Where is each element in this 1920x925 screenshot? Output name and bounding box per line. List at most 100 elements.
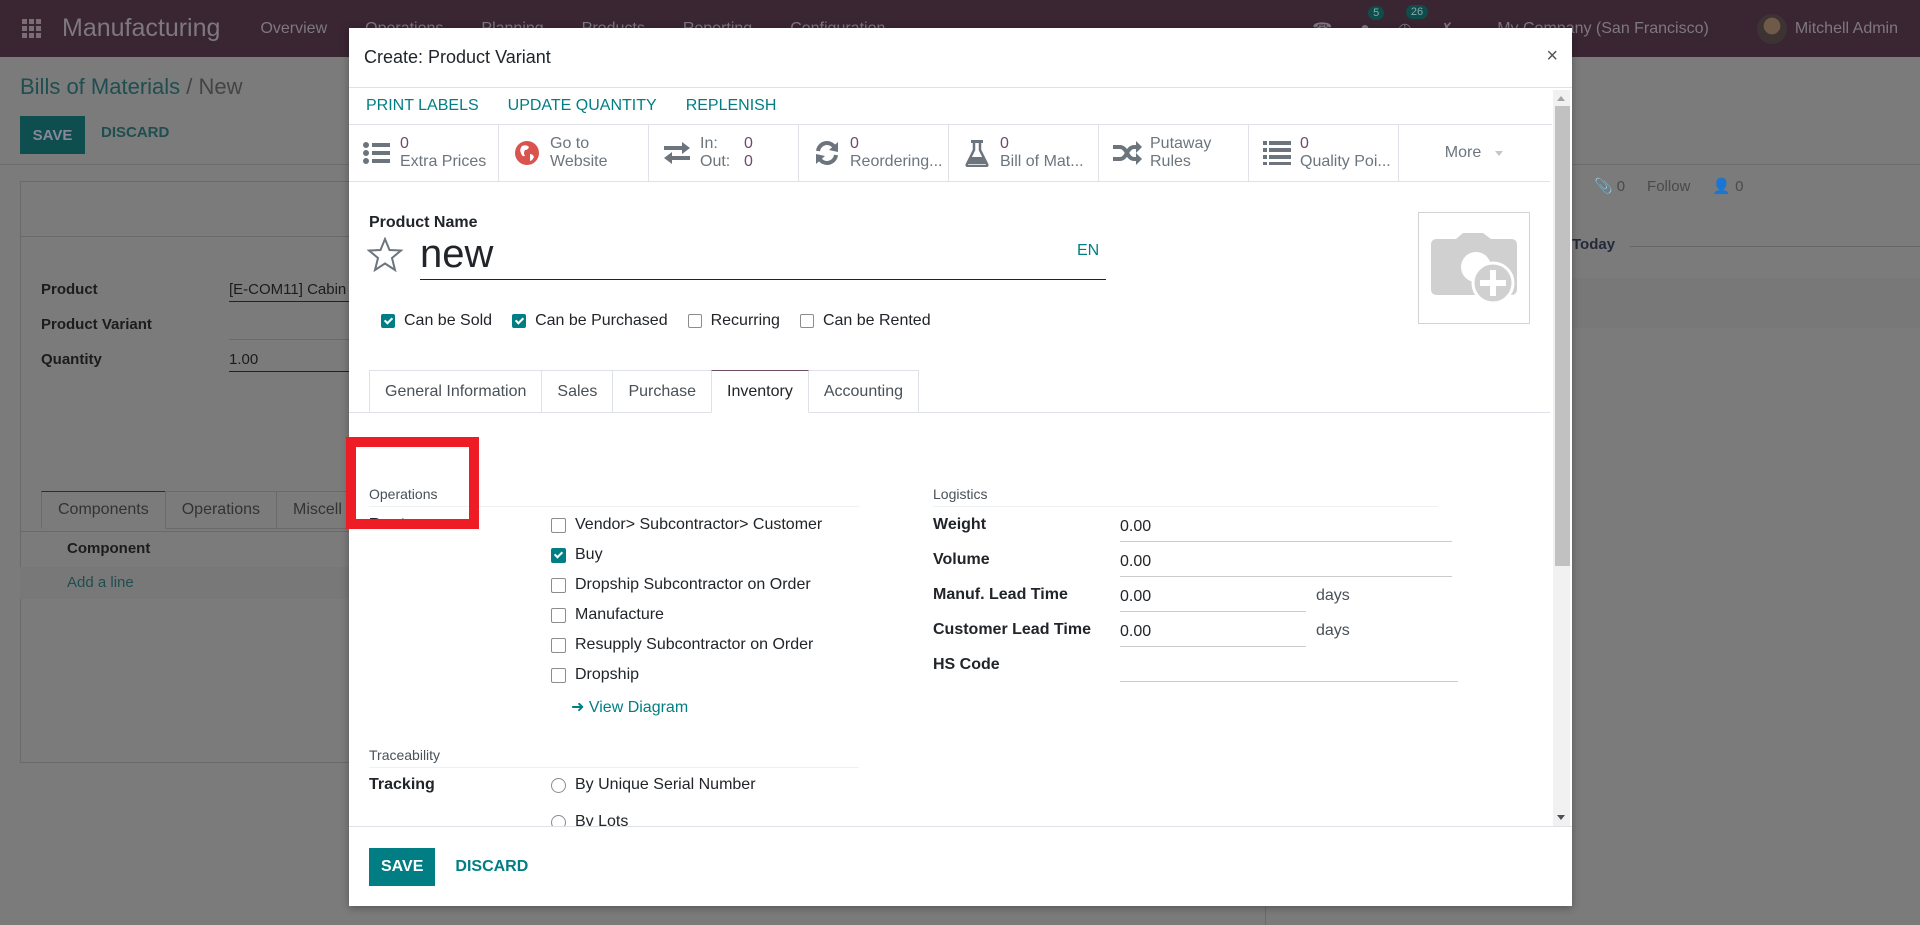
dialog-body: PRINT LABELS UPDATE QUANTITY REPLENISH 0… xyxy=(349,88,1572,826)
checkbox-unchecked-icon xyxy=(551,577,566,593)
tracking-serial-radio[interactable]: By Unique Serial Number xyxy=(551,776,756,794)
more-dropdown[interactable]: More xyxy=(1399,125,1549,181)
bom-product-field[interactable]: [E-COM11] Cabin xyxy=(229,281,369,302)
replenish-button[interactable]: REPLENISH xyxy=(686,97,777,115)
route-label: Resupply Subcontractor on Order xyxy=(575,636,814,653)
hs-code-label: HS Code xyxy=(933,656,1000,673)
route-dropship-subcontractor[interactable]: Dropship Subcontractor on Order xyxy=(551,576,811,594)
tab-accounting[interactable]: Accounting xyxy=(807,370,920,413)
page-save-button[interactable]: SAVE xyxy=(20,116,85,154)
exchange-icon xyxy=(662,140,692,166)
reordering-label: Reordering... xyxy=(850,153,943,170)
print-labels-button[interactable]: PRINT LABELS xyxy=(366,97,479,115)
refresh-icon xyxy=(812,140,842,166)
attachment-icon[interactable]: 📎 xyxy=(1594,177,1613,195)
language-button[interactable]: EN xyxy=(1077,242,1099,260)
user-menu[interactable]: Mitchell Admin xyxy=(1795,20,1898,38)
scrollbar-thumb[interactable] xyxy=(1555,106,1570,566)
more-label: More xyxy=(1444,144,1482,161)
volume-label: Volume xyxy=(933,551,990,568)
extra-prices-button[interactable]: 0 Extra Prices xyxy=(349,125,499,181)
traceability-group-divider xyxy=(369,767,859,768)
breadcrumb: Bills of Materials / New xyxy=(20,74,243,100)
can-be-purchased-label: Can be Purchased xyxy=(535,312,668,329)
bom-variant-field[interactable] xyxy=(229,316,369,340)
tab-sales[interactable]: Sales xyxy=(541,370,614,413)
can-be-rented-label: Can be Rented xyxy=(822,312,931,329)
tracking-lots-radio[interactable]: By Lots xyxy=(551,813,628,826)
route-vendor-subcontractor-customer[interactable]: Vendor> Subcontractor> Customer xyxy=(551,516,822,534)
chatter-date-line xyxy=(1630,246,1920,247)
close-icon[interactable]: × xyxy=(1546,45,1558,68)
tab-general-information[interactable]: General Information xyxy=(369,370,543,413)
dialog-save-button[interactable]: SAVE xyxy=(369,847,436,886)
route-label: Dropship xyxy=(575,666,640,683)
product-name-input[interactable]: new xyxy=(420,232,1106,280)
weight-input[interactable]: 0.00 xyxy=(1120,518,1452,542)
breadcrumb-parent[interactable]: Bills of Materials xyxy=(20,74,180,99)
followers-icon[interactable]: 👤 xyxy=(1712,177,1731,195)
checkbox-unchecked-icon xyxy=(799,314,814,328)
user-avatar[interactable] xyxy=(1756,13,1787,44)
putaway-label-bottom: Rules xyxy=(1150,153,1191,170)
recurring-label: Recurring xyxy=(710,312,780,329)
view-diagram-link[interactable]: ➜ View Diagram xyxy=(571,697,688,717)
checkbox-checked-icon xyxy=(381,314,395,328)
bill-of-materials-button[interactable]: 0 Bill of Mat... xyxy=(949,125,1099,181)
page-discard-button[interactable]: DISCARD xyxy=(101,124,169,141)
activities-badge: 26 xyxy=(1405,4,1429,19)
tab-purchase[interactable]: Purchase xyxy=(612,370,713,413)
logistics-group-title: Logistics xyxy=(933,486,988,502)
bom-tab-miscellaneous[interactable]: Miscell xyxy=(275,491,359,529)
dialog-scrollbar[interactable] xyxy=(1553,90,1570,826)
in-count: 0 xyxy=(744,135,753,152)
recurring-checkbox[interactable]: Recurring xyxy=(687,312,780,330)
reordering-count: 0 xyxy=(850,135,859,152)
bom-quantity-field[interactable]: 1.00 xyxy=(229,351,369,372)
tracking-option-label: By Unique Serial Number xyxy=(575,776,756,793)
in-out-button[interactable]: In: 0 Out: 0 xyxy=(649,125,799,181)
product-image-upload[interactable] xyxy=(1418,212,1530,324)
route-buy[interactable]: Buy xyxy=(551,546,603,564)
app-name[interactable]: Manufacturing xyxy=(62,14,220,43)
quality-points-button[interactable]: 0 Quality Poi... xyxy=(1249,125,1399,181)
checkbox-unchecked-icon xyxy=(551,607,566,623)
putaway-rules-button[interactable]: Putaway Rules xyxy=(1099,125,1249,181)
chatter-message xyxy=(1572,278,1920,328)
route-manufacture[interactable]: Manufacture xyxy=(551,606,664,624)
scroll-down-arrow-icon[interactable] xyxy=(1557,815,1565,820)
radio-unselected-icon xyxy=(551,777,566,793)
volume-input[interactable]: 0.00 xyxy=(1120,553,1452,577)
in-label: In: xyxy=(700,135,718,152)
extra-prices-label: Extra Prices xyxy=(400,153,487,170)
quality-points-label: Quality Poi... xyxy=(1300,153,1391,170)
apps-menu-icon[interactable] xyxy=(22,18,42,39)
bom-tab-operations[interactable]: Operations xyxy=(164,491,277,529)
can-be-rented-checkbox[interactable]: Can be Rented xyxy=(799,312,931,330)
traceability-group-title: Traceability xyxy=(369,747,441,763)
update-quantity-button[interactable]: UPDATE QUANTITY xyxy=(508,97,657,115)
go-to-website-button[interactable]: Go to Website xyxy=(499,125,649,181)
reordering-rules-button[interactable]: 0 Reordering... xyxy=(799,125,949,181)
checkbox-unchecked-icon xyxy=(687,314,702,328)
add-line-link[interactable]: Add a line xyxy=(67,574,134,591)
bom-tab-components[interactable]: Components xyxy=(41,491,166,529)
tab-inventory[interactable]: Inventory xyxy=(711,370,809,413)
follow-button[interactable]: Follow xyxy=(1647,178,1690,195)
extra-prices-count: 0 xyxy=(400,135,409,152)
scroll-up-arrow-icon[interactable] xyxy=(1557,96,1565,101)
dialog-discard-button[interactable]: DISCARD xyxy=(455,858,528,876)
manuf-lead-time-input[interactable]: 0.00 xyxy=(1120,588,1306,612)
can-be-sold-checkbox[interactable]: Can be Sold xyxy=(381,312,492,330)
dialog-footer: SAVE DISCARD xyxy=(349,826,1572,906)
route-dropship[interactable]: Dropship xyxy=(551,666,639,684)
route-resupply-subcontractor[interactable]: Resupply Subcontractor on Order xyxy=(551,636,813,654)
customer-lead-time-label: Customer Lead Time xyxy=(933,621,1091,638)
quality-points-count: 0 xyxy=(1300,135,1309,152)
can-be-purchased-checkbox[interactable]: Can be Purchased xyxy=(512,312,668,330)
customer-lead-time-input[interactable]: 0.00 xyxy=(1120,623,1306,647)
favorite-star-icon[interactable] xyxy=(367,237,403,273)
hs-code-input[interactable] xyxy=(1120,658,1458,682)
menu-overview[interactable]: Overview xyxy=(260,20,327,38)
list-icon xyxy=(362,140,392,166)
